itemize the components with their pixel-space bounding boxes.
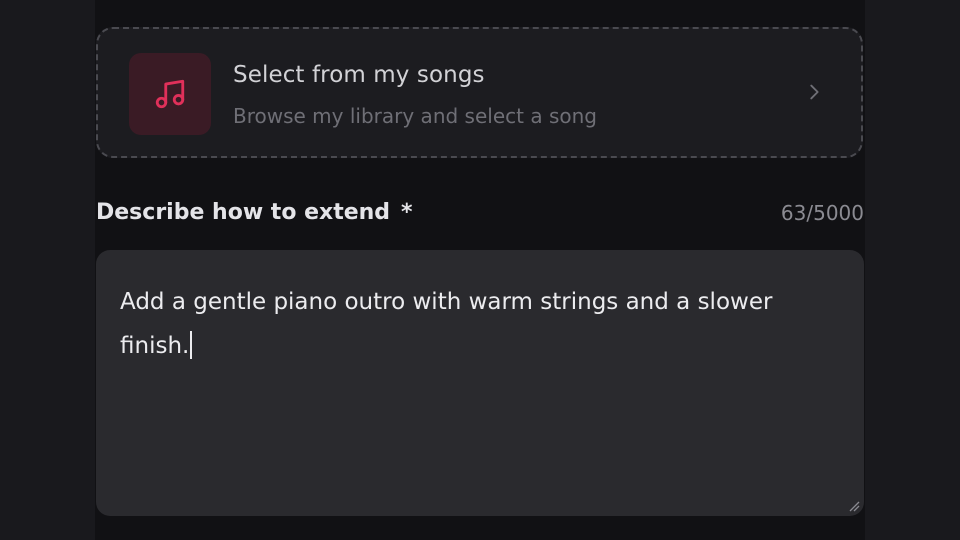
- required-marker: *: [401, 200, 413, 225]
- music-note-icon: [155, 79, 185, 109]
- description-value: Add a gentle piano outro with warm strin…: [120, 289, 773, 359]
- description-label: Describe how to extend: [96, 200, 391, 225]
- resize-handle-icon[interactable]: [848, 500, 860, 512]
- description-text[interactable]: Add a gentle piano outro with warm strin…: [120, 280, 840, 368]
- music-icon-tile: [129, 53, 211, 135]
- select-song-title: Select from my songs: [233, 62, 485, 88]
- description-textarea[interactable]: Add a gentle piano outro with warm strin…: [96, 250, 864, 516]
- character-counter: 63/5000: [780, 201, 864, 225]
- page: Select from my songs Browse my library a…: [0, 0, 960, 540]
- chevron-right-icon: [810, 84, 819, 100]
- text-caret: [190, 331, 193, 359]
- select-song-subtitle: Browse my library and select a song: [233, 104, 597, 128]
- select-song-card[interactable]: Select from my songs Browse my library a…: [96, 27, 863, 158]
- description-label-row: Describe how to extend * 63/5000: [96, 200, 864, 230]
